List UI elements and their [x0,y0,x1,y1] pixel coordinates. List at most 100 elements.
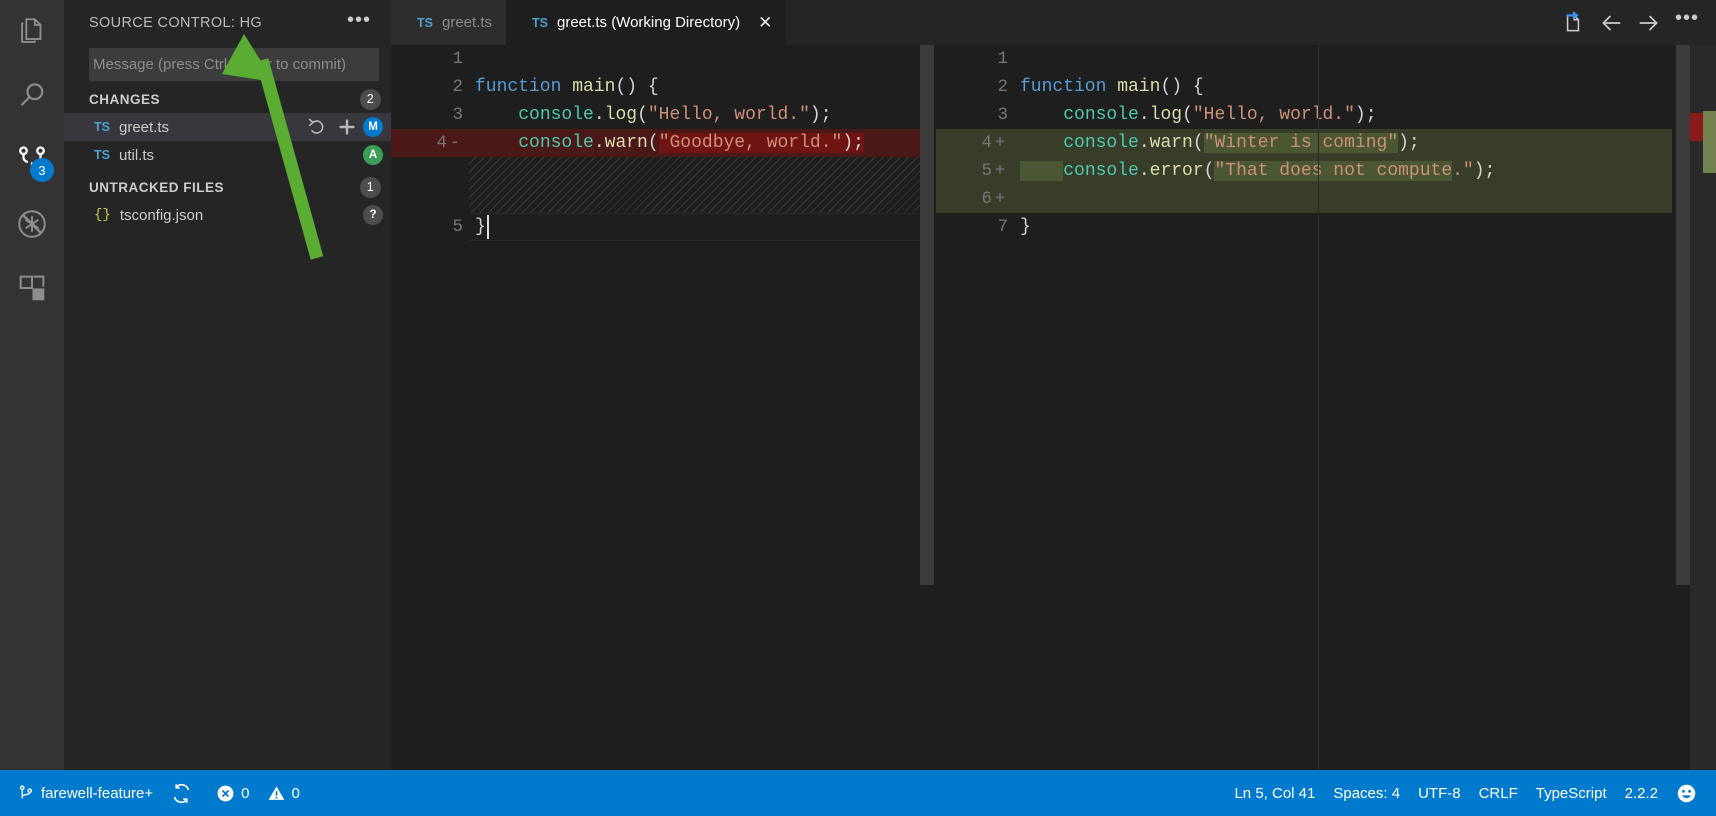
line-number: 3 [452,105,463,125]
forward-arrow-icon[interactable] [1630,0,1668,45]
status-warnings-count: 0 [291,784,300,802]
line-content: console.error("That does not compute."); [1014,161,1676,181]
scm-resource-label: tsconfig.json [119,206,204,224]
modified-pane-scrollbar[interactable] [1676,45,1690,585]
group-count-badge: 2 [360,88,381,110]
line-content: } [1014,217,1676,237]
discard-changes-icon[interactable] [306,116,328,138]
token: ( [1203,161,1215,181]
sidebar-more-actions-icon[interactable]: ••• [347,10,383,31]
editor-actions-toolbar: ••• [1554,0,1716,45]
json-file-icon: {} [94,207,111,223]
token: () { [615,77,659,97]
commit-message-input[interactable] [90,49,378,80]
line-content: console.warn("Goodbye, world."); [469,133,920,153]
code-line: 3 console.log("Hello, world."); [391,101,920,129]
group-header-changes[interactable]: CHANGES 2 [64,85,391,113]
token: . [593,133,605,153]
line-number: 4- [391,133,469,153]
tab-bar: TS greet.ts TS greet.ts (Working Directo… [391,0,1716,45]
status-typescript-version[interactable]: 2.2.2 [1616,770,1667,816]
ts-file-icon: TS [417,15,433,30]
extensions-icon [15,271,49,305]
ts-file-icon: TS [94,148,110,162]
overview-mark-added [1703,111,1716,173]
token: console [1063,133,1139,153]
line-content: console.log("Hello, world."); [1014,105,1676,125]
status-badge: M [363,117,383,137]
token-added [1020,161,1064,181]
tab-greet-ts-working-directory[interactable]: TS greet.ts (Working Directory) ✕ [506,0,787,45]
status-eol[interactable]: CRLF [1470,770,1527,816]
close-icon[interactable]: ✕ [758,14,772,31]
status-encoding[interactable]: UTF-8 [1409,770,1470,816]
back-arrow-icon[interactable] [1592,0,1630,45]
files-icon [15,15,49,49]
status-cursor-position[interactable]: Ln 5, Col 41 [1225,770,1324,816]
tab-greet-ts[interactable]: TS greet.ts [391,0,507,45]
activity-item-explorer[interactable] [0,0,64,64]
token: error [1149,161,1204,181]
scm-resource-greet-ts[interactable]: TS greet.ts M [64,113,391,141]
token-added: "Winter is coming" [1203,133,1399,153]
activity-item-debug[interactable] [0,192,64,256]
line-number: 2 [997,77,1008,97]
commit-message-box[interactable] [89,48,379,81]
token: function [475,77,573,97]
search-icon [15,79,49,113]
pane-divider [1318,45,1319,770]
status-sync[interactable] [162,770,207,816]
status-language-mode[interactable]: TypeScript [1527,770,1616,816]
status-bar-left: farewell-feature+ 0 0 [0,770,309,816]
original-pane-scrollbar[interactable] [920,45,934,585]
scm-resource-label: util.ts [118,146,154,164]
token: console [518,133,594,153]
token: warn [604,133,648,153]
code-line-added: 5 + console.error("That does not compute.… [936,157,1676,185]
open-changes-icon[interactable] [1554,0,1592,45]
source-control-sidebar: SOURCE CONTROL: HG ••• CHANGES 2 TS gree… [64,0,391,770]
vscode-window: 3 SOURCE CONTROL: HG ••• Message (press … [0,0,1716,816]
token: ); [1473,161,1496,181]
debug-no-icon [15,207,49,241]
code-line-removed: 4- console.warn("Goodbye, world."); [391,129,920,157]
source-control-branch-icon [17,783,35,803]
stage-changes-icon[interactable] [336,116,358,138]
line-content: function main() { [469,77,920,97]
status-indentation[interactable]: Spaces: 4 [1324,770,1409,816]
activity-item-search[interactable] [0,64,64,128]
token-removed: ); [842,133,864,153]
overview-mark-removed [1690,113,1703,141]
status-branch[interactable]: farewell-feature+ [8,770,162,816]
diff-editor: 1 2 function main() { 3 console.log("Hel… [391,45,1716,770]
line-content: function main() { [1014,77,1676,97]
token: () { [1160,77,1204,97]
diff-filler-region [469,157,920,213]
status-feedback[interactable] [1667,770,1706,816]
status-badge: ? [363,205,383,225]
status-errors-warnings[interactable]: 0 0 [207,770,309,816]
activity-item-extensions[interactable] [0,256,64,320]
sync-icon [171,783,192,804]
scm-resource-util-ts[interactable]: TS util.ts A [64,141,391,169]
more-actions-icon[interactable]: ••• [1668,0,1706,45]
group-label: UNTRACKED FILES [89,179,224,195]
overview-ruler[interactable] [1690,45,1716,770]
activity-item-source-control[interactable]: 3 [0,128,64,192]
line-number: 5 [452,217,463,237]
token: main [1117,77,1161,97]
token-removed: "Goodbye, world." [658,133,843,153]
status-bar-right: Ln 5, Col 41 Spaces: 4 UTF-8 CRLF TypeSc… [1225,770,1716,816]
line-content: console.log("Hello, world."); [469,105,920,125]
tab-label: greet.ts [441,14,493,31]
diff-modified-pane[interactable]: 1 2 function main() { 3 console.log("Hel… [936,45,1676,770]
editor-area: TS greet.ts TS greet.ts (Working Directo… [391,0,1716,770]
group-header-untracked-files[interactable]: UNTRACKED FILES 1 [64,173,391,201]
scm-resource-tsconfig-json[interactable]: {} tsconfig.json ? [64,201,391,229]
status-bar: farewell-feature+ 0 0 Ln 5, Col 41 Space… [0,770,1716,816]
diff-original-pane[interactable]: 1 2 function main() { 3 console.log("Hel… [391,45,920,770]
warning-triangle-icon [267,784,286,803]
diff-sign: + [994,133,1006,153]
